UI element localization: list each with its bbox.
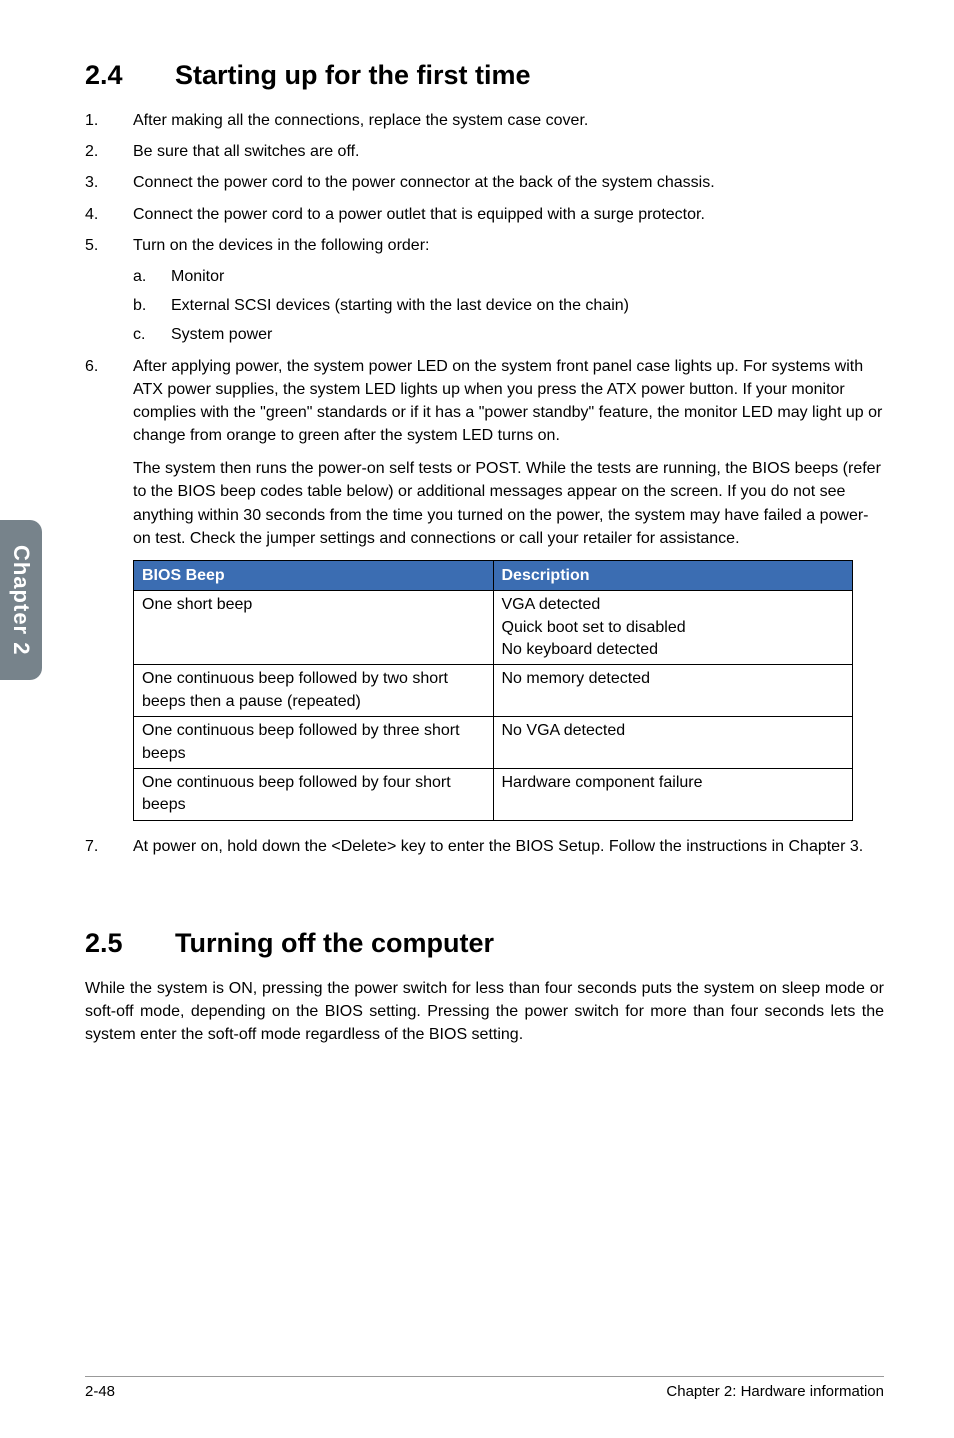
- step-item: Connect the power cord to a power outlet…: [85, 203, 884, 226]
- table-cell: One short beep: [134, 591, 494, 665]
- step-text: Be sure that all switches are off.: [133, 143, 359, 160]
- step-text: After making all the connections, replac…: [133, 112, 588, 129]
- bios-beep-table: BIOS Beep Description One short beep VGA…: [133, 560, 853, 821]
- step-text: Turn on the devices in the following ord…: [133, 237, 429, 254]
- footer-page-number: 2-48: [85, 1383, 115, 1400]
- sub-letter: c.: [133, 323, 145, 346]
- section-heading: Turning off the computer: [175, 928, 494, 958]
- step-item: Connect the power cord to the power conn…: [85, 171, 884, 194]
- sub-text: Monitor: [171, 268, 224, 285]
- table-header: Description: [493, 561, 853, 591]
- table-cell: Hardware component failure: [493, 768, 853, 820]
- section-heading: Starting up for the first time: [175, 60, 531, 90]
- table-row: One continuous beep followed by two shor…: [134, 665, 853, 717]
- table-header-row: BIOS Beep Description: [134, 561, 853, 591]
- section-2-4-title: 2.4Starting up for the first time: [85, 60, 884, 91]
- table-cell: One continuous beep followed by two shor…: [134, 665, 494, 717]
- section-number: 2.5: [85, 928, 175, 959]
- steps-list: After making all the connections, replac…: [85, 109, 884, 858]
- step-item: Turn on the devices in the following ord…: [85, 234, 884, 347]
- table-cell: One continuous beep followed by three sh…: [134, 717, 494, 769]
- sub-text: External SCSI devices (starting with the…: [171, 297, 629, 314]
- section-2-5-title: 2.5Turning off the computer: [85, 928, 884, 959]
- chapter-side-tab: Chapter 2: [0, 520, 42, 680]
- table-row: One continuous beep followed by four sho…: [134, 768, 853, 820]
- footer-chapter: Chapter 2: Hardware information: [666, 1383, 884, 1400]
- page-footer: 2-48 Chapter 2: Hardware information: [85, 1376, 884, 1400]
- step-text: Connect the power cord to the power conn…: [133, 174, 715, 191]
- sub-step-item: b. External SCSI devices (starting with t…: [133, 294, 884, 317]
- table-row: One short beep VGA detected Quick boot s…: [134, 591, 853, 665]
- step-text: Connect the power cord to a power outlet…: [133, 206, 705, 223]
- sub-letter: a.: [133, 265, 146, 288]
- table-row: One continuous beep followed by three sh…: [134, 717, 853, 769]
- table-cell: VGA detected Quick boot set to disabled …: [493, 591, 853, 665]
- sub-step-item: c. System power: [133, 323, 884, 346]
- step-item: At power on, hold down the <Delete> key …: [85, 835, 884, 858]
- step-item: After applying power, the system power L…: [85, 355, 884, 821]
- table-cell: No VGA detected: [493, 717, 853, 769]
- sub-steps-list: a. Monitor b. External SCSI devices (start…: [133, 265, 884, 347]
- table-header: BIOS Beep: [134, 561, 494, 591]
- step-text: At power on, hold down the <Delete> key …: [133, 835, 884, 858]
- table-cell: No memory detected: [493, 665, 853, 717]
- sub-text: System power: [171, 326, 272, 343]
- step-item: Be sure that all switches are off.: [85, 140, 884, 163]
- table-cell: One continuous beep followed by four sho…: [134, 768, 494, 820]
- sub-step-item: a. Monitor: [133, 265, 884, 288]
- sub-letter: b.: [133, 294, 146, 317]
- step-item: After making all the connections, replac…: [85, 109, 884, 132]
- step-paragraph: The system then runs the power-on self t…: [133, 457, 884, 550]
- side-tab-label: Chapter 2: [8, 545, 34, 655]
- step-text: After applying power, the system power L…: [133, 358, 882, 445]
- section-number: 2.4: [85, 60, 175, 91]
- section-2-5-paragraph: While the system is ON, pressing the pow…: [85, 977, 884, 1047]
